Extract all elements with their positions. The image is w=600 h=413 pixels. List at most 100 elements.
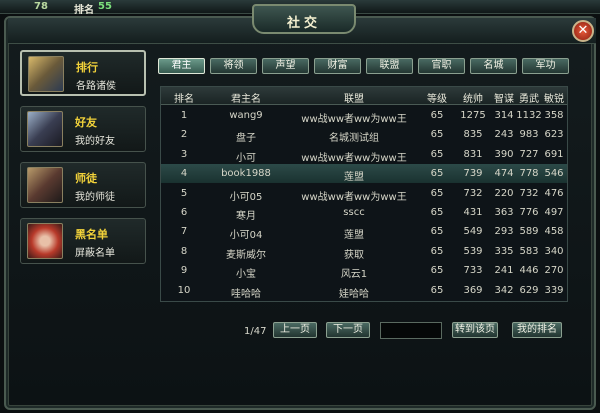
next-page-button[interactable]: 下一页 (326, 322, 370, 338)
sidebar-item-title: 师徒 (75, 172, 97, 185)
title-plate: 社交 (252, 4, 356, 34)
sidebar-item-mentor[interactable]: 师徒 我的师徒 (20, 162, 146, 208)
cell-lord-name: book1988 (221, 168, 271, 180)
tab-alliance[interactable]: 联盟 (366, 58, 413, 74)
cell-alliance: 莲盟 (344, 230, 364, 242)
cell-command: 431 (463, 207, 483, 218)
header-acuity: 敏锐 (544, 94, 564, 105)
cell-rank: 10 (177, 284, 191, 296)
header-level: 等级 (427, 94, 447, 105)
cell-alliance: sscc (343, 207, 365, 218)
cell-alliance: ww战ww者ww为ww王 (301, 114, 407, 125)
cell-acuity: 497 (544, 207, 564, 218)
cell-command: 539 (463, 245, 483, 257)
cell-lord-name: 小宝 (236, 269, 256, 281)
sidebar-item-subtitle: 屏蔽名单 (75, 248, 115, 259)
cell-acuity: 358 (544, 110, 564, 121)
table-row[interactable]: 4 book1988 莲盟 65 739 474 778 546 (161, 164, 567, 184)
sidebar-item-blacklist[interactable]: 黑名单 屏蔽名单 (20, 218, 146, 264)
table-header: 排名 君主名 联盟 等级 统帅 智谋 勇武 敏锐 (161, 87, 567, 105)
sidebar-item-subtitle: 各路诸侯 (76, 81, 116, 92)
sidebar-item-title: 排行 (76, 61, 98, 74)
cell-acuity: 458 (544, 226, 564, 238)
table-row[interactable]: 6 寒月 sscc 65 431 363 776 497 (161, 203, 567, 222)
cell-rank: 2 (180, 129, 188, 141)
tab-office[interactable]: 官职 (418, 58, 465, 74)
cell-command: 733 (463, 265, 483, 277)
goto-page-button[interactable]: 转到该页 (452, 322, 498, 338)
table-row[interactable]: 2 盘子 名城测试组 65 835 243 983 623 (161, 125, 567, 144)
knight-portrait-icon (27, 111, 63, 147)
cell-alliance: 风云1 (340, 269, 368, 281)
cell-alliance: 获取 (344, 249, 364, 261)
mentor-portrait-icon (27, 167, 63, 203)
cell-acuity: 546 (544, 168, 564, 180)
blacklist-portrait-icon (27, 223, 63, 259)
table-row[interactable]: 3 小可 ww战ww者ww为ww王 65 831 390 727 691 (161, 145, 567, 164)
prev-page-button[interactable]: 上一页 (273, 322, 317, 338)
cell-rank: 4 (180, 168, 188, 180)
cell-alliance: 名城测试组 (329, 133, 379, 145)
cell-rank: 9 (180, 265, 188, 277)
tab-famous-city[interactable]: 名城 (470, 58, 517, 74)
cell-level: 65 (430, 245, 444, 257)
cell-valor: 778 (519, 168, 539, 180)
cell-rank: 8 (180, 245, 188, 257)
cell-valor: 776 (519, 207, 539, 218)
sidebar-item-subtitle: 我的师徒 (75, 192, 115, 203)
sidebar: 排行 各路诸侯 好友 我的好友 师徒 我的师徒 黑名单 屏蔽名单 (20, 50, 148, 274)
cell-lord-name: 盘子 (236, 133, 256, 145)
tab-wealth[interactable]: 财富 (314, 58, 361, 74)
cell-level: 65 (430, 110, 444, 121)
header-rank: 排名 (174, 94, 194, 105)
cell-command: 732 (463, 187, 483, 199)
my-rank-button[interactable]: 我的排名 (512, 322, 562, 338)
cell-lord-name: 哇哈哈 (231, 288, 261, 300)
cell-level: 65 (430, 129, 444, 141)
cell-lord-name: 小可 (236, 152, 256, 164)
table-row[interactable]: 5 小可05 ww战ww者ww为ww王 65 732 220 732 476 (161, 184, 567, 203)
cell-command: 739 (463, 168, 483, 180)
cell-valor: 727 (519, 148, 539, 160)
rank-value: 55 (98, 1, 112, 12)
close-button[interactable]: ✕ (572, 20, 594, 42)
cell-valor: 583 (519, 245, 539, 257)
table-row[interactable]: 1 wang9 ww战ww者ww为ww王 65 1275 314 1132 358 (161, 106, 567, 125)
sidebar-item-friends[interactable]: 好友 我的好友 (20, 106, 146, 152)
table-row[interactable]: 10 哇哈哈 娃哈哈 65 369 342 629 339 (161, 281, 567, 300)
tab-military-merit[interactable]: 军功 (522, 58, 569, 74)
cell-command: 1275 (460, 110, 486, 121)
sidebar-item-ranking[interactable]: 排行 各路诸侯 (20, 50, 146, 96)
table-row[interactable]: 7 小可04 莲盟 65 549 293 589 458 (161, 222, 567, 241)
cell-acuity: 691 (544, 148, 564, 160)
cell-level: 65 (430, 187, 444, 199)
cell-command: 369 (463, 284, 483, 296)
window-title: 社交 (286, 16, 321, 31)
cell-alliance: ww战ww者ww为ww王 (301, 191, 407, 203)
tab-general[interactable]: 将领 (210, 58, 257, 74)
cell-acuity: 476 (544, 187, 564, 199)
cell-valor: 732 (519, 187, 539, 199)
page-number-input[interactable] (380, 322, 442, 339)
cell-rank: 1 (180, 110, 188, 121)
cell-lord-name: 小可05 (229, 191, 263, 203)
cell-rank: 5 (180, 187, 188, 199)
cell-alliance: 莲盟 (344, 172, 364, 184)
cell-rank: 7 (180, 226, 188, 238)
table-row[interactable]: 9 小宝 风云1 65 733 241 446 270 (161, 261, 567, 280)
cell-rank: 3 (180, 148, 188, 160)
table-row[interactable]: 8 麦斯威尔 获取 65 539 335 583 340 (161, 242, 567, 261)
cell-level: 65 (430, 265, 444, 277)
tab-prestige[interactable]: 声望 (262, 58, 309, 74)
tab-lord[interactable]: 君主 (158, 58, 205, 74)
cell-level: 65 (430, 226, 444, 238)
cell-acuity: 623 (544, 129, 564, 141)
cell-command: 835 (463, 129, 483, 141)
cell-valor: 446 (519, 265, 539, 277)
sidebar-item-title: 好友 (75, 116, 97, 129)
sidebar-item-title: 黑名单 (75, 228, 108, 241)
header-valor: 勇武 (519, 94, 539, 105)
rank-label: 排名 (74, 5, 94, 16)
cell-acuity: 340 (544, 245, 564, 257)
cell-lord-name: 寒月 (236, 211, 256, 222)
